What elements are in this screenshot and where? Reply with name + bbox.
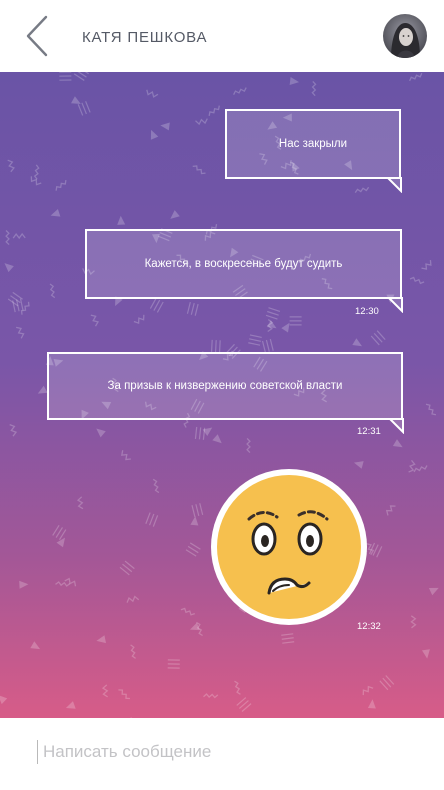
message-bubble[interactable]: Кажется, в воскресенье будут судить bbox=[85, 229, 402, 299]
message-text: Нас закрыли bbox=[278, 138, 348, 150]
bubble-tail bbox=[389, 418, 404, 434]
worried-face-emoji-icon[interactable] bbox=[209, 467, 369, 627]
message-composer[interactable]: Написать сообщение bbox=[0, 718, 444, 790]
chat-header: КАТЯ ПЕШКОВА bbox=[0, 0, 444, 72]
message-time: 12:32 bbox=[357, 621, 381, 632]
chat-screen: КАТЯ ПЕШКОВА Нас закрыли Кажется, в воск… bbox=[0, 0, 444, 790]
avatar[interactable] bbox=[383, 14, 427, 58]
message-text: Кажется, в воскресенье будут судить bbox=[144, 258, 343, 270]
message-text: За призыв к низвержению советской власти bbox=[107, 380, 343, 392]
chevron-left-icon bbox=[26, 15, 48, 57]
contact-name: КАТЯ ПЕШКОВА bbox=[82, 29, 208, 46]
message-bubble[interactable]: За призыв к низвержению советской власти bbox=[47, 352, 403, 420]
back-button[interactable] bbox=[22, 14, 54, 58]
bubble-tail bbox=[388, 297, 403, 313]
message-input[interactable]: Написать сообщение bbox=[43, 742, 211, 762]
message-bubble[interactable]: Нас закрыли bbox=[225, 109, 401, 179]
message-time: 12:31 bbox=[357, 426, 381, 437]
bubble-tail bbox=[387, 177, 402, 193]
message-time: 12:30 bbox=[355, 306, 379, 317]
message-area[interactable]: Нас закрыли Кажется, в воскресенье будут… bbox=[0, 72, 444, 718]
text-cursor bbox=[37, 740, 38, 764]
